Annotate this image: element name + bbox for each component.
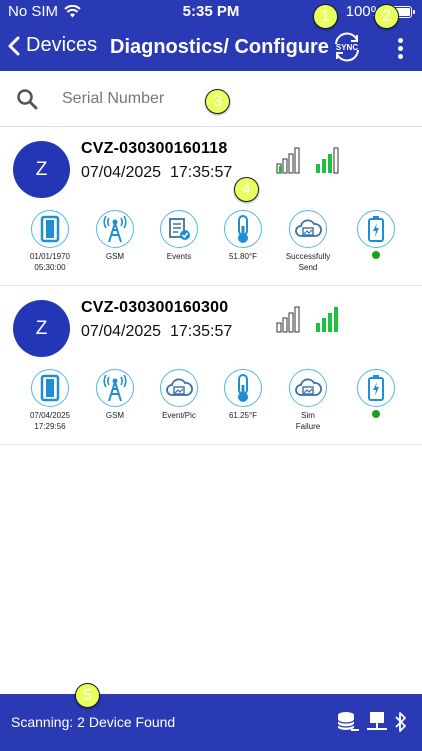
network-label: GSM	[105, 411, 125, 420]
battery-icon	[357, 369, 395, 407]
door-status[interactable]: 07/04/2025 17:29:56	[17, 369, 83, 432]
battery-level-status[interactable]	[343, 210, 409, 259]
cloud-image-icon	[160, 369, 198, 407]
gsm-tower-icon	[96, 369, 134, 407]
door-sensor-icon	[31, 210, 69, 248]
upload-label-line1: Successfully	[285, 252, 331, 261]
thermometer-icon	[224, 210, 262, 248]
gsm-tower-icon	[96, 210, 134, 248]
network-computer-icon[interactable]	[366, 710, 388, 734]
network-label: GSM	[105, 252, 125, 261]
device-time: 17:35:57	[169, 164, 233, 181]
events-document-icon	[160, 210, 198, 248]
device-status-icons: 01/01/1970 05:30:00 GSM Events 51.80°F Su…	[17, 210, 407, 280]
network-status[interactable]: GSM	[82, 369, 148, 421]
database-icon[interactable]	[336, 710, 360, 734]
back-button[interactable]: Devices	[8, 34, 97, 57]
temperature-label: 51.80°F	[228, 252, 258, 261]
battery-level-status[interactable]	[343, 369, 409, 418]
door-time: 05:30:00	[34, 263, 66, 272]
door-label: 01/01/1970 05:30:00	[17, 251, 83, 273]
signal-strength-icon	[276, 147, 339, 174]
cloud-upload-icon	[289, 210, 327, 248]
footer-icons	[336, 710, 408, 734]
upload-status[interactable]: Successfully Send	[275, 210, 341, 273]
battery-ok-indicator	[372, 251, 380, 259]
more-dot-icon	[397, 45, 403, 51]
door-time: 17:29:56	[34, 422, 66, 431]
signal-strength-icon	[276, 306, 338, 333]
scan-status-text: Scanning: 2 Device Found	[11, 714, 176, 730]
upload-label: Sim Failure	[275, 410, 341, 432]
device-card[interactable]: Z CVZ-030300160118 07/04/2025 17:35:57 0…	[0, 128, 422, 286]
door-sensor-icon	[31, 369, 69, 407]
device-datetime: 07/04/2025 17:35:57	[81, 323, 232, 341]
network-status[interactable]: GSM	[82, 210, 148, 262]
sync-label: SYNC	[336, 43, 358, 52]
upload-label-line2: Failure	[295, 422, 321, 431]
status-bar: No SIM 5:35 PM 100%	[0, 0, 422, 24]
more-dot-icon	[397, 53, 403, 59]
upload-status[interactable]: Sim Failure	[275, 369, 341, 432]
device-card[interactable]: Z CVZ-030300160300 07/04/2025 17:35:57 0…	[0, 287, 422, 445]
page-title: Diagnostics/ Configure	[110, 36, 329, 58]
battery-ok-indicator	[372, 410, 380, 418]
temperature-status[interactable]: 61.25°F	[210, 369, 276, 421]
chevron-left-icon	[8, 36, 20, 55]
temperature-label: 61.25°F	[228, 411, 258, 420]
events-label: Events	[166, 252, 192, 261]
serial-number-search-input[interactable]	[62, 85, 222, 113]
back-label: Devices	[26, 34, 98, 56]
events-label: Event/Pic	[162, 411, 196, 420]
scan-status-footer: Scanning: 2 Device Found	[0, 694, 422, 751]
thermometer-icon	[224, 369, 262, 407]
sync-button[interactable]: SYNC	[330, 30, 364, 64]
annotation-badge: 5	[75, 683, 100, 708]
annotation-badge: 1	[313, 4, 338, 29]
sync-icon: SYNC	[335, 32, 359, 62]
device-avatar: Z	[13, 300, 70, 357]
device-date: 07/04/2025	[81, 323, 162, 340]
device-date: 07/04/2025	[81, 164, 162, 181]
bluetooth-icon[interactable]	[394, 710, 408, 734]
navigation-bar: Devices Diagnostics/ Configure SYNC	[0, 28, 422, 68]
device-serial: CVZ-030300160300	[81, 299, 229, 316]
battery-icon	[357, 210, 395, 248]
search-icon	[17, 89, 38, 110]
upload-label-line2: Send	[298, 263, 318, 272]
annotation-badge: 4	[234, 177, 259, 202]
more-dot-icon	[397, 37, 403, 43]
cloud-image-icon	[289, 369, 327, 407]
door-date: 01/01/1970	[29, 252, 71, 261]
device-avatar: Z	[13, 141, 70, 198]
temperature-status[interactable]: 51.80°F	[210, 210, 276, 262]
annotation-badge: 2	[374, 4, 399, 29]
annotation-badge: 3	[205, 89, 230, 114]
door-date: 07/04/2025	[29, 411, 71, 420]
upload-label: Successfully Send	[275, 251, 341, 273]
device-status-icons: 07/04/2025 17:29:56 GSM Event/Pic 61.25°F…	[17, 369, 407, 439]
more-options-button[interactable]	[392, 34, 408, 62]
events-status[interactable]: Event/Pic	[146, 369, 212, 421]
device-serial: CVZ-030300160118	[81, 140, 228, 157]
events-status[interactable]: Events	[146, 210, 212, 262]
door-status[interactable]: 01/01/1970 05:30:00	[17, 210, 83, 273]
upload-label-line1: Sim	[301, 411, 315, 420]
device-time: 17:35:57	[169, 323, 233, 340]
device-datetime: 07/04/2025 17:35:57	[81, 164, 232, 182]
app-header: No SIM 5:35 PM 100% Devices Diagnostics/…	[0, 0, 422, 71]
door-label: 07/04/2025 17:29:56	[17, 410, 83, 432]
